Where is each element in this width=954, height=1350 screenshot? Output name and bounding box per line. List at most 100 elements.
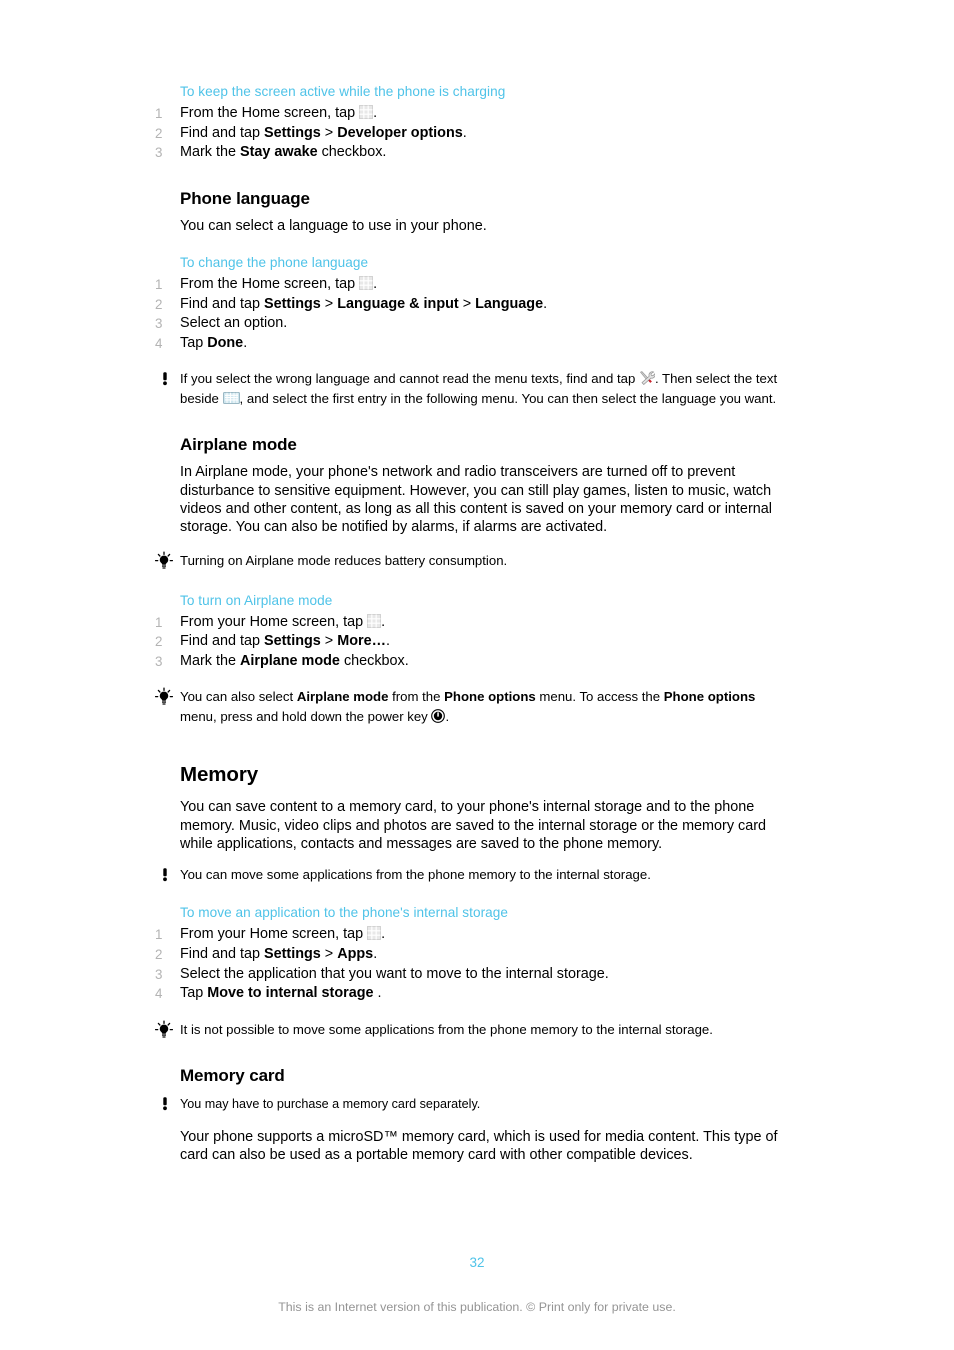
path-separator: >	[320, 945, 338, 962]
apps-grid-icon	[359, 105, 374, 119]
ui-path-settings: Settings	[264, 945, 321, 962]
note-text: You can move some applications from the …	[180, 867, 651, 883]
list-item: 1 From the Home screen, tap .	[152, 275, 794, 295]
tip-text-part4: menu, press and hold down the power key	[180, 709, 432, 725]
step-number: 3	[155, 145, 163, 161]
procedure-heading-change-phone-language: To change the phone language	[180, 255, 369, 271]
lightbulb-tip-icon	[154, 551, 174, 571]
tip-text: Turning on Airplane mode reduces battery…	[180, 552, 508, 568]
tools-icon	[639, 371, 656, 386]
steps-turn-on-airplane-mode: 1 From your Home screen, tap . 2 Find an…	[152, 613, 794, 672]
note-text: You may have to purchase a memory card s…	[180, 1096, 481, 1111]
step-text-post: .	[243, 334, 248, 351]
step-number: 2	[155, 296, 163, 312]
tip-airplane-battery: Turning on Airplane mode reduces battery…	[152, 551, 794, 571]
apps-grid-icon	[359, 276, 374, 291]
section-heading-airplane-mode: Airplane mode	[180, 435, 297, 455]
step-text-post: .	[462, 124, 467, 141]
step-number: 3	[155, 653, 163, 669]
step-text-post: checkbox.	[339, 652, 409, 669]
step-text-pre: Select the application that you want to …	[180, 965, 609, 982]
step-text-post: .	[373, 105, 378, 121]
phone-language-intro: You can select a language to use in your…	[180, 217, 487, 234]
step-text-post: .	[543, 295, 548, 312]
page-number: 32	[469, 1255, 485, 1270]
step-number: 3	[155, 316, 163, 332]
procedure-heading-keep-screen-active: To keep the screen active while the phon…	[180, 84, 506, 99]
ui-path-settings: Settings	[264, 633, 321, 650]
list-item: 4 Tap Done.	[152, 334, 794, 354]
steps-keep-screen-active: 1 From the Home screen, tap . 2 Find and…	[152, 104, 794, 163]
step-text-pre: From your Home screen, tap	[180, 613, 368, 630]
memory-body: You can save content to a memory card, t…	[180, 799, 767, 853]
ui-option-stay-awake: Stay awake	[239, 144, 318, 161]
path-separator: >	[320, 633, 338, 650]
ui-button-done: Done	[207, 334, 244, 351]
note-wrong-language: If you select the wrong language and can…	[152, 369, 794, 409]
step-text-pre: Tap	[180, 334, 208, 351]
ui-path-more: More…	[337, 633, 386, 650]
step-number: 4	[155, 986, 163, 1002]
document-page: To keep the screen active while the phon…	[0, 0, 954, 1350]
step-number: 2	[155, 634, 163, 650]
step-text-post: checkbox.	[317, 144, 387, 161]
step-number: 3	[155, 966, 163, 982]
step-text-post: .	[373, 276, 378, 293]
note-text-part1: If you select the wrong language and can…	[180, 371, 639, 387]
ui-path-settings: Settings	[264, 124, 321, 141]
ui-path-settings: Settings	[264, 295, 321, 312]
list-item: 1 From your Home screen, tap .	[152, 925, 794, 945]
ui-menu-phone-options-2: Phone options	[663, 689, 756, 705]
exclamation-note-icon	[156, 370, 174, 388]
tip-text-part5: .	[445, 709, 450, 725]
step-number: 1	[155, 277, 163, 293]
section-heading-phone-language: Phone language	[180, 188, 310, 208]
step-text-post: .	[373, 985, 382, 1002]
keyboard-icon	[222, 392, 240, 405]
lightbulb-tip-icon	[154, 687, 174, 707]
ui-option-airplane-mode: Airplane mode	[296, 689, 389, 705]
airplane-mode-body: In Airplane mode, your phone's network a…	[180, 464, 772, 536]
procedure-heading-move-application: To move an application to the phone's in…	[180, 905, 508, 921]
step-text-pre: Mark the	[180, 144, 240, 161]
ui-path-apps: Apps	[337, 945, 374, 962]
apps-grid-icon	[367, 613, 382, 628]
step-text-pre: Find and tap	[180, 295, 265, 312]
memory-card-body: Your phone supports a microSD™ memory ca…	[180, 1128, 778, 1163]
step-text-post: .	[385, 633, 390, 650]
list-item: 3 Select an option.	[152, 314, 794, 334]
step-number: 2	[155, 125, 163, 141]
step-text-post: .	[373, 945, 378, 962]
step-number: 2	[155, 946, 163, 962]
step-number: 4	[155, 335, 163, 351]
tip-move-not-possible: It is not possible to move some applicat…	[152, 1020, 794, 1040]
section-heading-memory-card: Memory card	[180, 1065, 285, 1085]
list-item: 3 Mark the Stay awake checkbox.	[152, 143, 794, 163]
step-text-pre: Find and tap	[180, 633, 265, 650]
tip-text-part2: from the	[388, 689, 445, 705]
step-text-pre: From your Home screen, tap	[180, 926, 368, 943]
tip-airplane-phone-options: You can also select Airplane mode from t…	[152, 687, 794, 727]
step-number: 1	[155, 927, 163, 943]
procedure-heading-turn-on-airplane-mode: To turn on Airplane mode	[180, 592, 333, 608]
ui-button-move-to-internal-storage: Move to internal storage	[207, 985, 374, 1002]
lightbulb-tip-icon	[154, 1020, 174, 1040]
step-number: 1	[155, 106, 163, 121]
ui-menu-phone-options: Phone options	[444, 689, 536, 705]
list-item: 3 Select the application that you want t…	[152, 965, 794, 985]
step-text-pre: From the Home screen, tap	[180, 276, 360, 293]
power-key-icon	[431, 709, 446, 724]
list-item: 2 Find and tap Settings > Language & inp…	[152, 295, 794, 315]
path-separator: >	[320, 124, 338, 141]
ui-path-language: Language	[475, 295, 544, 312]
tip-text-part3: menu. To access the	[535, 689, 664, 705]
apps-grid-icon	[367, 926, 382, 941]
note-purchase-memory-card: You may have to purchase a memory card s…	[152, 1094, 794, 1114]
ui-path-developer-options: Developer options	[337, 124, 463, 141]
step-text-post: .	[381, 613, 386, 630]
path-separator: >	[458, 295, 476, 312]
tip-text-part1: You can also select	[180, 689, 297, 705]
exclamation-note-icon	[156, 866, 174, 884]
list-item: 4 Tap Move to internal storage .	[152, 984, 794, 1004]
list-item: 1 From your Home screen, tap .	[152, 613, 794, 633]
